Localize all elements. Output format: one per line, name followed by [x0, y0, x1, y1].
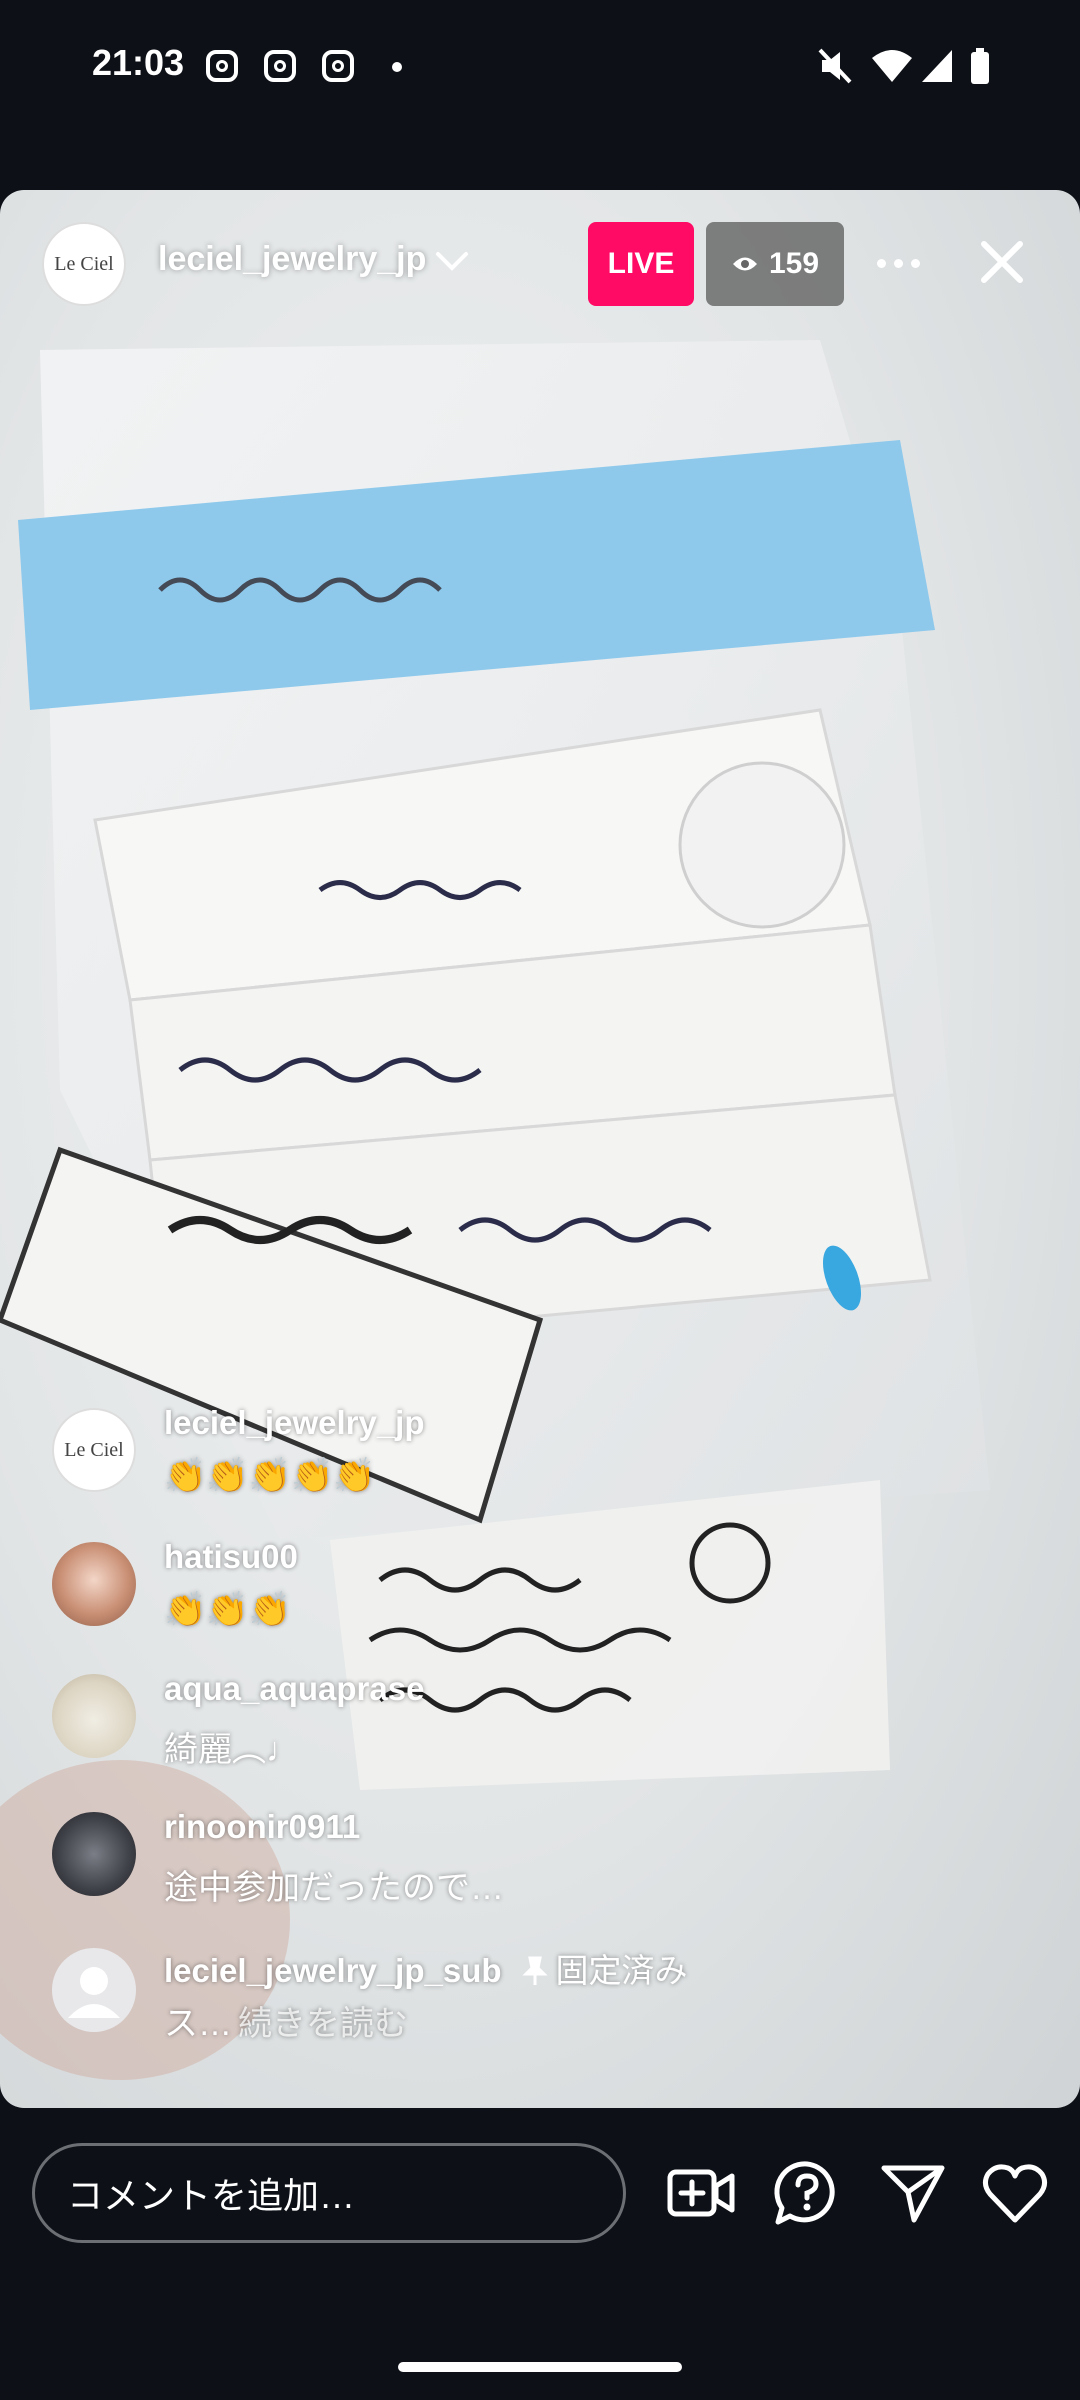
live-header: Le Ciel leciel_jewelry_jp LIVE 159: [0, 190, 1080, 340]
comment-text: ス… 続きを読む: [164, 1996, 408, 2045]
more-notifications-dot-icon: [392, 62, 402, 72]
host-avatar-logo-text: Le Ciel: [54, 252, 114, 275]
live-badge: LIVE: [588, 222, 694, 306]
instagram-notification-icon: [206, 50, 238, 82]
pinned-indicator: 固定済み: [521, 1952, 688, 1989]
question-icon[interactable]: [772, 2158, 842, 2228]
eye-icon: [732, 257, 757, 271]
wifi-icon: [872, 50, 912, 82]
commenter-avatar-logo-text: Le Ciel: [64, 1438, 124, 1461]
comment-username[interactable]: rinoonir0911: [164, 1808, 360, 1846]
pin-icon: [521, 1956, 548, 1985]
comment-text-body: ス…: [164, 2005, 232, 2043]
host-username[interactable]: leciel_jewelry_jp: [158, 240, 426, 279]
viewer-count-badge[interactable]: 159: [706, 222, 844, 306]
commenter-avatar[interactable]: [52, 1674, 136, 1758]
close-icon[interactable]: [972, 232, 1032, 292]
status-bar: 21:03: [0, 0, 1080, 130]
comment-text: 途中参加だったので…: [164, 1869, 504, 1907]
live-video[interactable]: Le Ciel leciel_jewelry_jp LIVE 159 Le Ci…: [0, 190, 1080, 2108]
comment-username[interactable]: aqua_aquaprase: [164, 1670, 424, 1708]
signal-icon: [922, 50, 952, 82]
chevron-down-icon[interactable]: [434, 248, 470, 276]
comment-text: 綺麗︵♩: [164, 1731, 300, 1769]
host-avatar[interactable]: Le Ciel: [42, 222, 126, 306]
comment-text: 👏👏👏👏👏: [164, 1457, 376, 1495]
commenter-avatar-default[interactable]: [52, 1948, 136, 2032]
default-user-icon: [68, 1967, 120, 2018]
instagram-notification-icon: [264, 50, 296, 82]
add-video-guest-icon[interactable]: [666, 2158, 736, 2228]
comment-input[interactable]: コメントを追加…: [32, 2143, 626, 2243]
dot-icon: [910, 258, 920, 268]
viewer-count: 159: [768, 247, 820, 280]
send-icon[interactable]: [878, 2158, 948, 2228]
dot-icon: [876, 258, 886, 268]
live-video-frame: [0, 340, 990, 2080]
bottom-bar: コメントを追加…: [0, 2108, 1080, 2278]
mute-icon: [818, 48, 852, 84]
dot-icon: [893, 258, 903, 268]
read-more-link[interactable]: 続きを読む: [238, 2005, 408, 2043]
commenter-avatar[interactable]: [52, 1542, 136, 1626]
comment-username-text: leciel_jewelry_jp_sub: [164, 1952, 502, 1989]
comment-username[interactable]: leciel_jewelry_jp_sub 固定済み: [164, 1944, 688, 1992]
heart-icon[interactable]: [980, 2158, 1050, 2228]
commenter-avatar[interactable]: Le Ciel: [52, 1408, 136, 1492]
status-time: 21:03: [92, 42, 185, 83]
comment-username[interactable]: leciel_jewelry_jp: [164, 1404, 425, 1442]
instagram-notification-icon: [322, 50, 354, 82]
comment-text: 👏👏👏: [164, 1591, 292, 1629]
battery-icon: [971, 48, 989, 84]
more-options-button[interactable]: [868, 240, 928, 286]
comment-username[interactable]: hatisu00: [164, 1538, 298, 1576]
commenter-avatar[interactable]: [52, 1812, 136, 1896]
pinned-label: 固定済み: [555, 1952, 688, 1989]
home-indicator[interactable]: [398, 2362, 682, 2372]
